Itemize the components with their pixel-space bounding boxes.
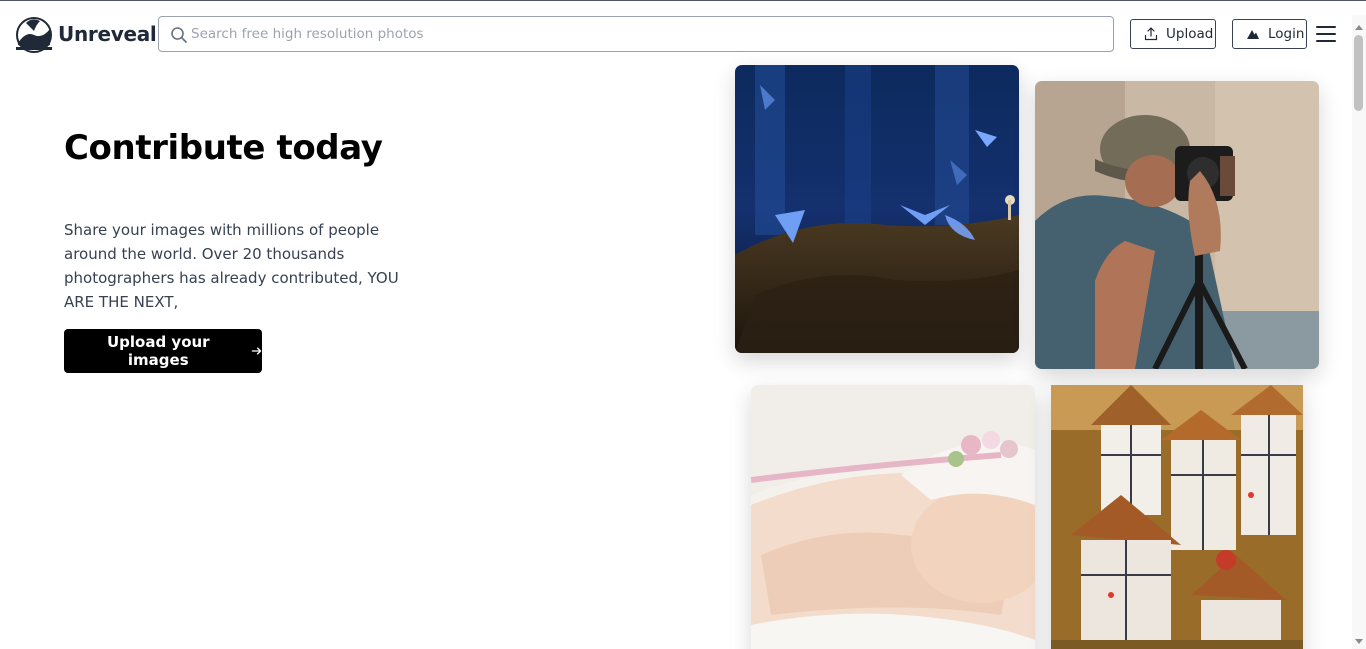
hero-title: Contribute today	[64, 128, 383, 168]
arrow-right-icon	[251, 347, 261, 355]
upload-images-button[interactable]: Upload your images	[64, 329, 262, 373]
upload-button[interactable]: Upload	[1130, 19, 1216, 49]
user-icon	[1247, 30, 1259, 39]
login-button[interactable]: Login	[1232, 19, 1307, 49]
hamburger-menu-icon[interactable]	[1316, 25, 1338, 43]
login-button-label: Login	[1268, 26, 1305, 42]
scroll-up-arrow-icon[interactable]	[1355, 25, 1363, 30]
page-scrollbar[interactable]	[1352, 15, 1366, 649]
site-header: Unreveal Upload Login	[0, 1, 1352, 65]
logo-text: Unreveal	[58, 22, 157, 46]
logo-icon	[16, 17, 52, 53]
upload-button-label: Upload	[1166, 26, 1214, 42]
photo-butterflies[interactable]	[735, 65, 1019, 353]
search-bar	[158, 16, 1114, 52]
photo-timber-houses[interactable]	[1051, 385, 1303, 649]
upload-icon	[1144, 27, 1158, 41]
search-input[interactable]	[191, 17, 1101, 51]
search-icon	[171, 27, 187, 43]
scrollbar-thumb[interactable]	[1354, 35, 1363, 111]
upload-images-label: Upload your images	[106, 333, 210, 369]
logo-link[interactable]: Unreveal	[12, 13, 157, 55]
photo-newborn[interactable]	[751, 385, 1035, 649]
hero-description: Share your images with millions of peopl…	[64, 221, 399, 311]
photo-photographer[interactable]	[1035, 81, 1319, 369]
scroll-down-arrow-icon[interactable]	[1355, 639, 1363, 644]
